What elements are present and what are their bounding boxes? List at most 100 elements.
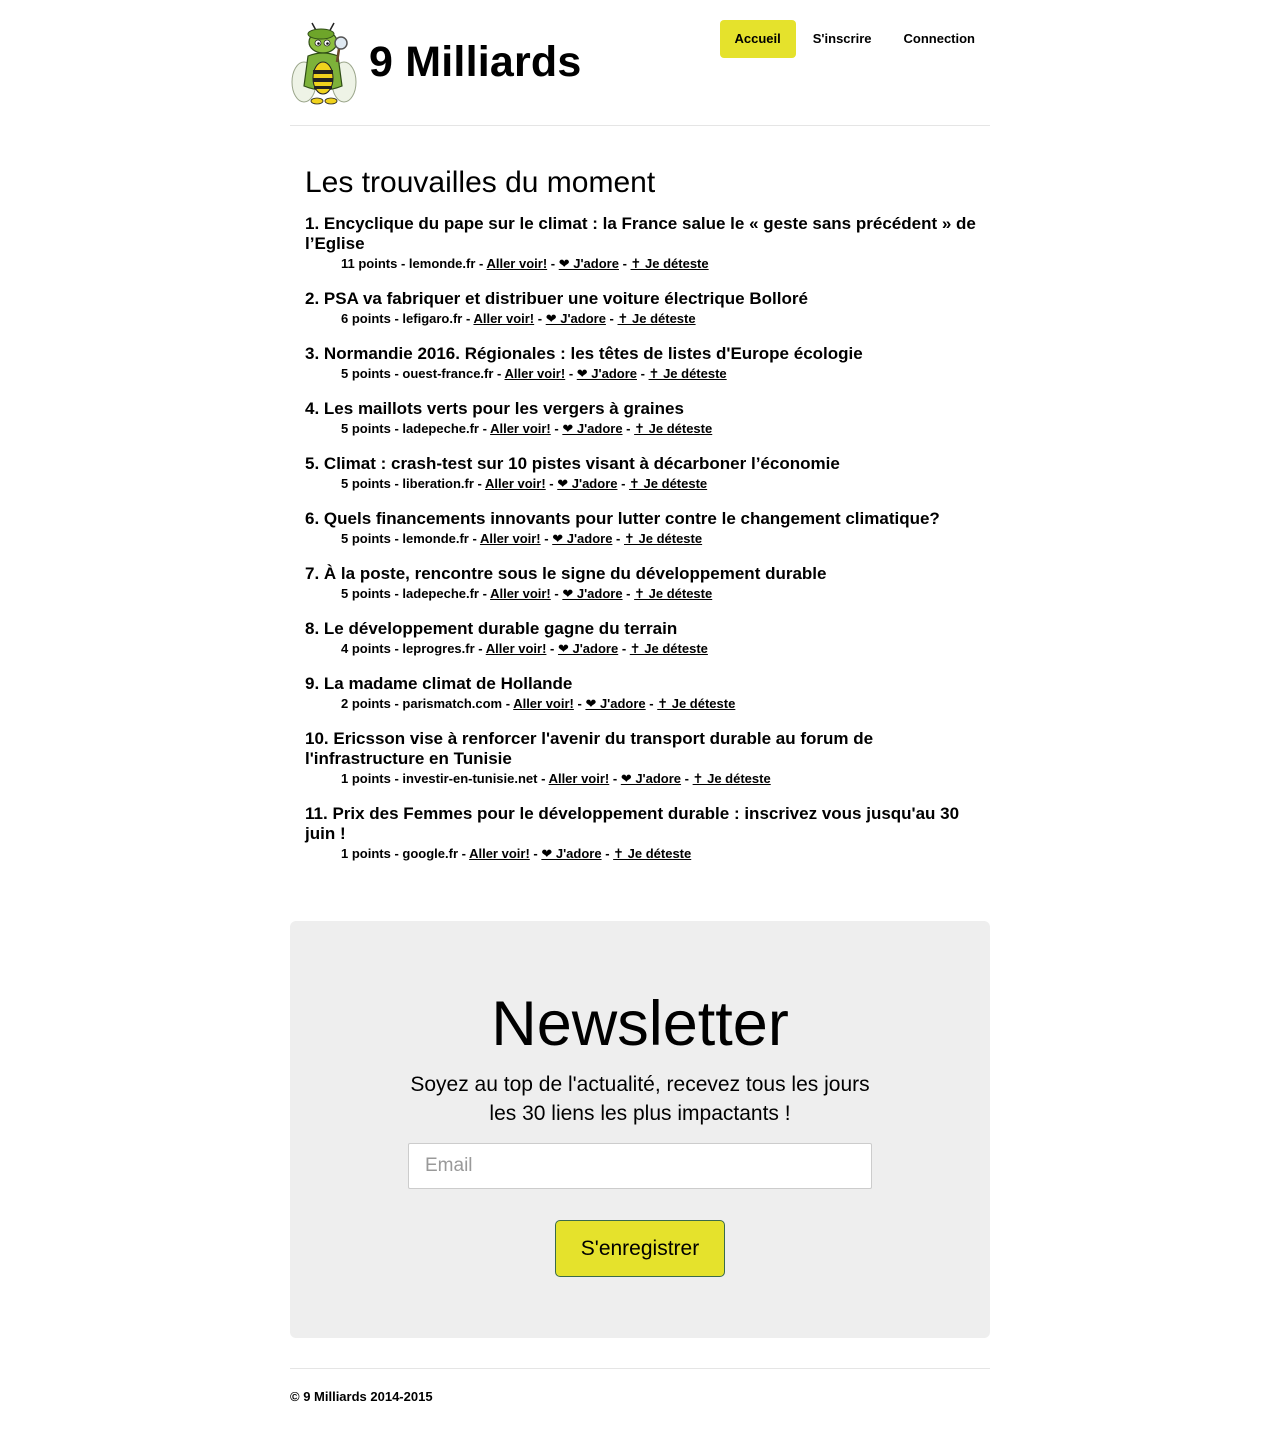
newsletter-title: Newsletter xyxy=(491,989,789,1059)
go-link[interactable]: Aller voir! xyxy=(486,641,547,656)
list-item: 4. Les maillots verts pour les vergers à… xyxy=(305,399,980,439)
bee-mascot-icon[interactable] xyxy=(290,20,358,106)
hate-link[interactable]: ✝ Je déteste xyxy=(630,641,708,656)
article-title-text: Quels financements innovants pour lutter… xyxy=(323,509,940,528)
article-title-text: Normandie 2016. Régionales : les têtes d… xyxy=(323,344,863,363)
article-domain: ouest-france.fr xyxy=(402,366,494,381)
article-points: 4 points xyxy=(341,641,391,656)
article-domain: leprogres.fr xyxy=(402,641,475,656)
article-rank: 9. xyxy=(305,674,320,693)
list-item: 2. PSA va fabriquer et distribuer une vo… xyxy=(305,289,980,329)
article-title: 4. Les maillots verts pour les vergers à… xyxy=(305,399,980,419)
love-link[interactable]: ❤ J'adore xyxy=(577,366,637,381)
article-title: 8. Le développement durable gagne du ter… xyxy=(305,619,980,639)
article-points: 1 points xyxy=(341,846,391,861)
article-meta: 5 points - ladepeche.fr - Aller voir! - … xyxy=(341,421,713,436)
newsletter-text: Soyez au top de l'actualité, recevez tou… xyxy=(410,1073,870,1125)
hate-link[interactable]: ✝ Je déteste xyxy=(613,846,691,861)
go-link[interactable]: Aller voir! xyxy=(505,366,566,381)
go-link[interactable]: Aller voir! xyxy=(490,421,551,436)
article-title: 7. À la poste, rencontre sous le signe d… xyxy=(305,564,980,584)
site-footer: © 9 Milliards 2014-2015 xyxy=(290,1368,990,1404)
love-link[interactable]: ❤ J'adore xyxy=(558,641,618,656)
article-title-text: Le développement durable gagne du terrai… xyxy=(323,619,678,638)
article-points: 5 points xyxy=(341,421,391,436)
article-meta: 11 points - lemonde.fr - Aller voir! - ❤… xyxy=(341,256,709,271)
article-title: 9. La madame climat de Hollande xyxy=(305,674,980,694)
hate-link[interactable]: ✝ Je déteste xyxy=(634,421,712,436)
article-meta: 2 points - parismatch.com - Aller voir! … xyxy=(341,696,736,711)
article-title: 10. Ericsson vise à renforcer l'avenir d… xyxy=(305,729,980,769)
article-meta: 1 points - investir-en-tunisie.net - All… xyxy=(341,771,771,786)
list-item: 11. Prix des Femmes pour le développemen… xyxy=(305,804,980,864)
article-title-text: La madame climat de Hollande xyxy=(323,674,573,693)
list-item: 3. Normandie 2016. Régionales : les tête… xyxy=(305,344,980,384)
nav-home[interactable]: Accueil xyxy=(719,20,796,58)
email-field-wrap xyxy=(408,1143,872,1189)
go-link[interactable]: Aller voir! xyxy=(485,476,546,491)
go-link[interactable]: Aller voir! xyxy=(486,256,547,271)
newsletter-panel: Newsletter Soyez au top de l'actualité, … xyxy=(290,921,990,1338)
love-link[interactable]: ❤ J'adore xyxy=(562,586,622,601)
love-link[interactable]: ❤ J'adore xyxy=(562,421,622,436)
article-domain: lemonde.fr xyxy=(408,256,476,271)
site-brand[interactable]: 9 Milliards xyxy=(369,38,582,87)
article-title: 11. Prix des Femmes pour le développemen… xyxy=(305,804,980,844)
go-link[interactable]: Aller voir! xyxy=(549,771,610,786)
article-meta: 1 points - google.fr - Aller voir! - ❤ J… xyxy=(341,846,692,861)
love-link[interactable]: ❤ J'adore xyxy=(541,846,601,861)
article-meta: 6 points - lefigaro.fr - Aller voir! - ❤… xyxy=(341,311,696,326)
article-points: 1 points xyxy=(341,771,391,786)
article-title-text: Ericsson vise à renforcer l'avenir du tr… xyxy=(305,729,874,768)
hate-link[interactable]: ✝ Je déteste xyxy=(693,771,771,786)
nav-login[interactable]: Connection xyxy=(889,20,991,58)
article-points: 5 points xyxy=(341,366,391,381)
article-domain: ladepeche.fr xyxy=(402,421,479,436)
article-points: 11 points xyxy=(341,256,398,271)
hate-link[interactable]: ✝ Je déteste xyxy=(618,311,696,326)
article-rank: 5. xyxy=(305,454,320,473)
go-link[interactable]: Aller voir! xyxy=(490,586,551,601)
love-link[interactable]: ❤ J'adore xyxy=(546,311,606,326)
list-item: 6. Quels financements innovants pour lut… xyxy=(305,509,980,549)
list-item: 5. Climat : crash-test sur 10 pistes vis… xyxy=(305,454,980,494)
article-points: 2 points xyxy=(341,696,391,711)
nav-signup[interactable]: S'inscrire xyxy=(798,20,887,58)
love-link[interactable]: ❤ J'adore xyxy=(559,256,619,271)
article-title: 6. Quels financements innovants pour lut… xyxy=(305,509,980,529)
go-link[interactable]: Aller voir! xyxy=(513,696,574,711)
hate-link[interactable]: ✝ Je déteste xyxy=(649,366,727,381)
article-rank: 3. xyxy=(305,344,320,363)
email-input[interactable] xyxy=(408,1143,872,1189)
footer-copyright: © 9 Milliards 2014-2015 xyxy=(290,1389,433,1404)
article-title-text: À la poste, rencontre sous le signe du d… xyxy=(323,564,827,583)
article-rank: 4. xyxy=(305,399,320,418)
love-link[interactable]: ❤ J'adore xyxy=(557,476,617,491)
love-link[interactable]: ❤ J'adore xyxy=(621,771,681,786)
article-title: 2. PSA va fabriquer et distribuer une vo… xyxy=(305,289,980,309)
hate-link[interactable]: ✝ Je déteste xyxy=(631,256,709,271)
main-nav: Accueil S'inscrire Connection xyxy=(718,20,991,58)
register-button[interactable]: S'enregistrer xyxy=(555,1220,725,1277)
go-link[interactable]: Aller voir! xyxy=(473,311,534,326)
list-item: 7. À la poste, rencontre sous le signe d… xyxy=(305,564,980,604)
hate-link[interactable]: ✝ Je déteste xyxy=(624,531,702,546)
article-domain: ladepeche.fr xyxy=(402,586,479,601)
article-meta: 5 points - liberation.fr - Aller voir! -… xyxy=(341,476,708,491)
article-rank: 2. xyxy=(305,289,320,308)
article-points: 5 points xyxy=(341,531,391,546)
hate-link[interactable]: ✝ Je déteste xyxy=(629,476,707,491)
article-title-text: PSA va fabriquer et distribuer une voitu… xyxy=(323,289,808,308)
article-title: 1. Encyclique du pape sur le climat : la… xyxy=(305,214,980,254)
article-title: 3. Normandie 2016. Régionales : les tête… xyxy=(305,344,980,364)
article-rank: 7. xyxy=(305,564,320,583)
love-link[interactable]: ❤ J'adore xyxy=(585,696,645,711)
go-link[interactable]: Aller voir! xyxy=(469,846,530,861)
go-link[interactable]: Aller voir! xyxy=(480,531,541,546)
hate-link[interactable]: ✝ Je déteste xyxy=(657,696,735,711)
article-rank: 10. xyxy=(305,729,329,748)
hate-link[interactable]: ✝ Je déteste xyxy=(634,586,712,601)
love-link[interactable]: ❤ J'adore xyxy=(552,531,612,546)
article-title-text: Prix des Femmes pour le développement du… xyxy=(305,804,960,843)
article-domain: investir-en-tunisie.net xyxy=(402,771,538,786)
